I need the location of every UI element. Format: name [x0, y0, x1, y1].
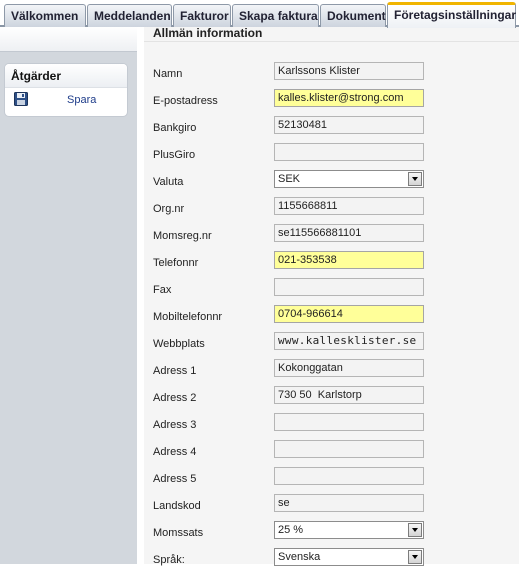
fax-label: Fax — [153, 284, 172, 296]
save-link[interactable]: Spara — [67, 94, 96, 106]
adress1-label: Adress 1 — [153, 365, 197, 377]
sidebar: Åtgärder Spara — [0, 27, 137, 564]
telefon-label: Telefonnr — [153, 257, 199, 269]
orgnr-label: Org.nr — [153, 203, 185, 215]
namn-field[interactable]: Karlssons Klister — [274, 62, 424, 80]
bankgiro-field[interactable]: 52130481 — [274, 116, 424, 134]
webb-label: Webbplats — [153, 338, 205, 350]
language-select[interactable]: Svenska — [274, 548, 424, 566]
field-row-adress2: Adress 2 730 50 Karlstorp — [144, 385, 519, 412]
address4-field[interactable] — [274, 440, 424, 458]
actions-panel-title: Åtgärder — [5, 64, 127, 88]
field-row-mobil: Mobiltelefonnr 0704-966614 — [144, 304, 519, 331]
field-row-namn: Namn Karlssons Klister — [144, 61, 519, 88]
field-row-webb: Webbplats www.kallesklister.se — [144, 331, 519, 358]
field-row-telefon: Telefonnr 021-353538 — [144, 250, 519, 277]
tab-bar: Välkommen Meddelanden Fakturor Skapa fak… — [0, 0, 519, 28]
adress2-label: Adress 2 — [153, 392, 197, 404]
tab-dokument[interactable]: Dokument — [320, 4, 386, 27]
adress3-label: Adress 3 — [153, 419, 197, 431]
field-row-momsreg: Momsreg.nr se115566881101 — [144, 223, 519, 250]
bankgiro-label: Bankgiro — [153, 122, 197, 134]
mobil-label: Mobiltelefonnr — [153, 311, 223, 323]
language-select-value: Svenska — [278, 551, 321, 563]
actions-panel: Åtgärder Spara — [4, 63, 128, 117]
field-row-orgnr: Org.nr 1155668811 — [144, 196, 519, 223]
address5-field[interactable] — [274, 467, 424, 485]
plusgiro-field[interactable] — [274, 143, 424, 161]
field-row-adress3: Adress 3 — [144, 412, 519, 439]
main-content: Allmän information Namn Karlssons Kliste… — [144, 26, 519, 566]
sidebar-header — [0, 27, 137, 52]
chevron-down-icon[interactable] — [408, 523, 422, 537]
valuta-label: Valuta — [153, 176, 184, 188]
vat-rate-select-value: 25 % — [278, 524, 304, 536]
chevron-down-icon[interactable] — [408, 550, 422, 564]
save-action[interactable]: Spara — [5, 88, 127, 114]
momsreg-field[interactable]: se115566881101 — [274, 224, 424, 242]
momssats-label: Momssats — [153, 527, 204, 539]
epost-label: E-postadress — [153, 95, 218, 107]
chevron-down-icon[interactable] — [408, 172, 422, 186]
address3-field[interactable] — [274, 413, 424, 431]
section-title: Allmän information — [153, 26, 263, 40]
field-row-adress1: Adress 1 Kokonggatan — [144, 358, 519, 385]
fax-field[interactable] — [274, 278, 424, 296]
tab-meddelanden[interactable]: Meddelanden — [87, 4, 172, 27]
divider — [144, 41, 519, 42]
currency-select-value: SEK — [278, 173, 301, 185]
tab-foretagsinstallningar[interactable]: Företagsinställningar — [387, 2, 516, 28]
field-row-adress5: Adress 5 — [144, 466, 519, 493]
field-row-bankgiro: Bankgiro 52130481 — [144, 115, 519, 142]
tab-skapa-faktura[interactable]: Skapa faktura — [232, 4, 319, 27]
country-code-field[interactable]: se — [274, 494, 424, 512]
phone-field[interactable]: 021-353538 — [274, 251, 424, 269]
adress5-label: Adress 5 — [153, 473, 197, 485]
field-row-momssats: Momssats 25 % — [144, 520, 519, 547]
field-row-epost: E-postadress kalles.klister@strong.com — [144, 88, 519, 115]
namn-label: Namn — [153, 68, 183, 80]
currency-select[interactable]: SEK — [274, 170, 424, 188]
mobile-phone-field[interactable]: 0704-966614 — [274, 305, 424, 323]
email-field[interactable]: kalles.klister@strong.com — [274, 89, 424, 107]
address1-field[interactable]: Kokonggatan — [274, 359, 424, 377]
adress4-label: Adress 4 — [153, 446, 197, 458]
field-row-fax: Fax — [144, 277, 519, 304]
field-row-landskod: Landskod se — [144, 493, 519, 520]
field-row-sprak: Språk: Svenska — [144, 547, 519, 574]
sprak-label: Språk: — [153, 554, 185, 566]
orgnr-field[interactable]: 1155668811 — [274, 197, 424, 215]
landskod-label: Landskod — [153, 500, 201, 512]
tab-valkommen[interactable]: Välkommen — [4, 4, 86, 27]
field-row-plusgiro: PlusGiro — [144, 142, 519, 169]
field-row-valuta: Valuta SEK — [144, 169, 519, 196]
website-field[interactable]: www.kallesklister.se — [274, 332, 424, 350]
vat-rate-select[interactable]: 25 % — [274, 521, 424, 539]
floppy-disk-icon[interactable] — [14, 92, 28, 106]
field-row-adress4: Adress 4 — [144, 439, 519, 466]
plusgiro-label: PlusGiro — [153, 149, 196, 161]
address2-field[interactable]: 730 50 Karlstorp — [274, 386, 424, 404]
tab-fakturor[interactable]: Fakturor — [173, 4, 231, 27]
momsreg-label: Momsreg.nr — [153, 230, 212, 242]
